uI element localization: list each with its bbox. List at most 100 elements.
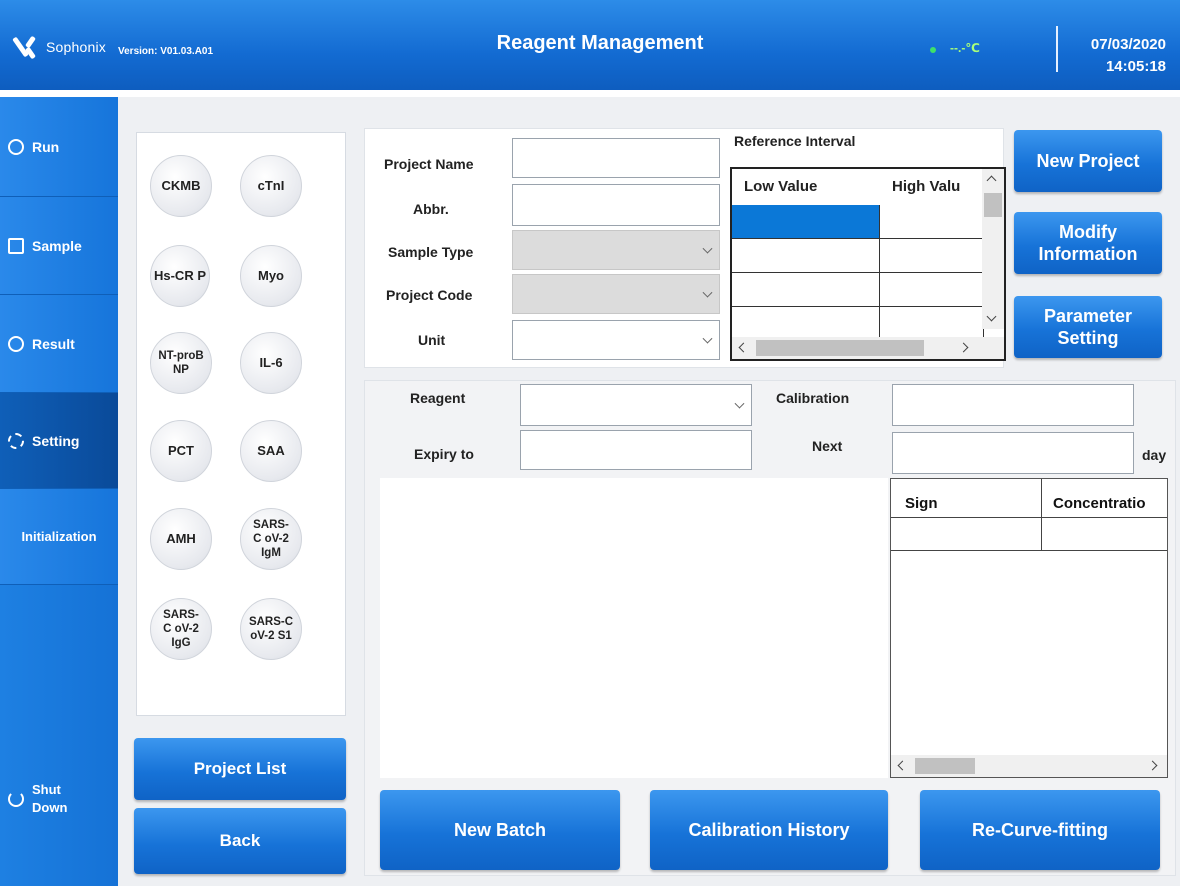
temperature-readout: --.-℃ [950,41,980,55]
project-code-select[interactable] [512,274,720,314]
calibration-history-button[interactable]: Calibration History [650,790,888,870]
chevron-down-icon [702,243,713,254]
project-name-input[interactable] [512,138,720,178]
power-icon [8,791,24,807]
project-chip-myo[interactable]: Myo [240,245,302,307]
unit-label: Unit [418,332,446,348]
table-cell[interactable] [732,273,880,307]
next-input[interactable] [892,432,1134,474]
sidebar-item-sample[interactable]: Sample [0,197,118,295]
scroll-left-icon[interactable] [738,342,749,353]
next-unit-label: day [1142,447,1167,463]
sidebar-filler [0,585,118,886]
sidebar: Run Sample Result Setting Initialization… [0,97,118,886]
calibration-label: Calibration [776,390,850,406]
sidebar-item-run[interactable]: Run [0,97,118,197]
table-cell[interactable] [880,273,984,307]
chevron-down-icon [702,287,713,298]
scroll-left-icon[interactable] [897,760,908,771]
calibration-table: Sign Concentratio [890,478,1168,778]
shutdown-label: Shut Down [32,782,68,815]
reagent-label: Reagent [410,390,466,406]
project-chip-ckmb[interactable]: CKMB [150,155,212,217]
back-button[interactable]: Back [134,808,346,874]
scroll-right-icon[interactable] [958,342,969,353]
calibration-input[interactable] [892,384,1134,426]
table-cell[interactable] [732,205,880,239]
project-chip-pct[interactable]: PCT [150,420,212,482]
datetime: 07/03/2020 14:05:18 [1091,34,1166,78]
gear-icon [8,432,24,449]
unit-select[interactable] [512,320,720,360]
project-code-label: Project Code [386,287,473,303]
sidebar-item-label: Setting [32,432,80,449]
search-icon [8,335,24,352]
reference-interval-title: Reference Interval [734,133,856,149]
horizontal-scrollbar[interactable] [732,337,1004,359]
shutdown-button[interactable]: Shut Down [0,769,118,829]
reagent-select[interactable] [520,384,752,426]
project-name-label: Project Name [384,156,474,172]
scroll-up-icon[interactable] [986,175,997,186]
sample-type-label: Sample Type [388,244,474,260]
scroll-right-icon[interactable] [1147,760,1158,771]
sidebar-item-label: Run [32,138,60,155]
project-chip-hs-crp[interactable]: Hs-CR P [150,245,210,307]
new-batch-button[interactable]: New Batch [380,790,620,870]
expiry-input[interactable] [520,430,752,470]
project-chip-sars-cov-2-igm[interactable]: SARS-C oV-2 IgM [240,508,302,570]
project-chip-saa[interactable]: SAA [240,420,302,482]
sidebar-item-label: Sample [32,237,82,254]
horizontal-scrollbar[interactable] [891,755,1167,777]
column-header-low: Low Value [744,178,818,195]
temperature-status-icon [930,47,936,53]
scrollbar-thumb[interactable] [984,193,1002,217]
column-header-high: High Valu [892,178,961,195]
chevron-down-icon [734,398,745,409]
date-label: 07/03/2020 [1090,36,1166,53]
sidebar-item-label: Result [32,335,75,352]
re-curve-fitting-button[interactable]: Re-Curve-fitting [920,790,1160,870]
project-chip-ctni[interactable]: cTnI [240,155,302,217]
sidebar-item-setting[interactable]: Setting [0,393,118,489]
project-chip-sars-cov-2-s1[interactable]: SARS-C oV-2 S1 [240,598,302,660]
project-chip-sars-cov-2-igg[interactable]: SARS-C oV-2 IgG [150,598,212,660]
scroll-down-icon[interactable] [986,311,997,322]
column-header-sign: Sign [905,495,938,512]
table-cell[interactable] [732,307,880,337]
project-chip-amh[interactable]: AMH [150,508,212,570]
time-label: 14:05:18 [1105,58,1166,75]
chevron-down-icon [702,333,713,344]
header-divider [1056,26,1058,72]
abbr-label: Abbr. [413,201,449,217]
page-title: Reagent Management [496,32,704,54]
table-header: Low Value High Valu [732,169,982,205]
new-project-button[interactable]: New Project [1014,130,1162,192]
project-chip-nt-probnp[interactable]: NT-proB NP [150,332,212,394]
sidebar-item-result[interactable]: Result [0,295,118,393]
column-header-concentration: Concentratio [1053,495,1146,512]
project-chip-il6[interactable]: IL-6 [240,332,302,394]
calibration-curve-area [380,478,888,778]
vertical-scrollbar[interactable] [982,169,1004,329]
table-row[interactable] [891,517,1167,551]
expiry-label: Expiry to [414,446,474,462]
sidebar-item-label: Initialization [21,528,97,544]
parameter-setting-button[interactable]: Parameter Setting [1014,296,1162,358]
sample-list-icon [8,237,24,254]
play-circle-icon [8,138,24,155]
table-cell[interactable] [880,307,984,337]
reference-interval-table: Low Value High Valu [730,167,1006,361]
sample-type-select[interactable] [512,230,720,270]
table-cell[interactable] [880,239,984,273]
app-header: Sophonix Version: V01.03.A01 Reagent Man… [0,0,1180,90]
table-cell[interactable] [880,205,984,239]
table-cell[interactable] [732,239,880,273]
sidebar-item-initialization[interactable]: Initialization [0,489,118,585]
abbr-input[interactable] [512,184,720,226]
scrollbar-thumb[interactable] [915,758,975,774]
project-list-button[interactable]: Project List [134,738,346,800]
modify-information-button[interactable]: Modify Information [1014,212,1162,274]
scrollbar-thumb[interactable] [756,340,924,356]
next-label: Next [812,438,843,454]
